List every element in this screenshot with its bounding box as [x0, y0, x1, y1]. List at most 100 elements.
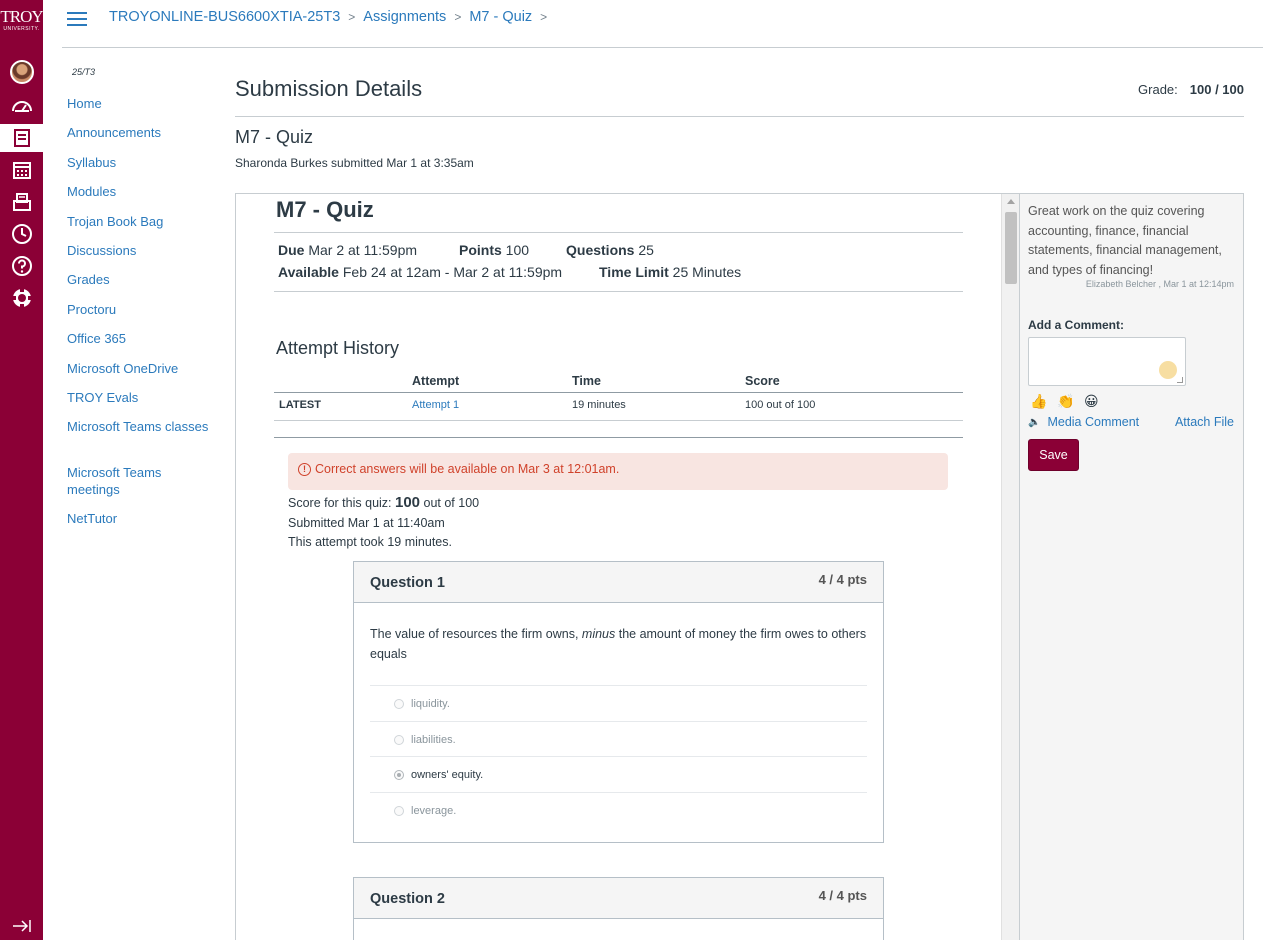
grinning-icon[interactable]: 😀 — [1084, 393, 1099, 410]
available-value: Feb 24 at 12am - Mar 2 at 11:59pm — [342, 264, 563, 280]
score-suffix: out of 100 — [420, 496, 480, 510]
scroll-up-icon[interactable] — [1007, 199, 1015, 204]
points-info: Points 100 — [459, 242, 529, 258]
course-nav-proctoru[interactable]: Proctoru — [67, 301, 217, 318]
attempt-history-title: Attempt History — [276, 338, 400, 358]
correct-answers-alert: ! Correct answers will be available on M… — [288, 453, 948, 490]
question-points: 4 / 4 pts — [818, 888, 867, 903]
answer-text: owners' equity. — [411, 769, 484, 781]
troy-logo[interactable]: TROY UNIVERSITY. — [0, 7, 43, 33]
top-bar: TROYONLINE-BUS6600XTIA-25T3 > Assignment… — [62, 0, 1263, 48]
column-header: Attempt — [412, 372, 572, 393]
comments-panel: Great work on the quiz covering accounti… — [1019, 193, 1244, 940]
question-header: Question 1 4 / 4 pts — [354, 562, 883, 603]
time-limit-label: Time Limit — [599, 264, 669, 280]
courses-nav-item[interactable] — [0, 124, 43, 152]
course-nav-office-365[interactable]: Office 365 — [67, 330, 217, 347]
course-nav-modules[interactable]: Modules — [67, 183, 217, 200]
due-label: Due — [278, 242, 305, 258]
points-label: Points — [459, 242, 502, 258]
submitted-time: Submitted Mar 1 at 11:40am — [288, 515, 445, 530]
history-nav-item[interactable] — [0, 220, 43, 248]
course-nav-discussions[interactable]: Discussions — [67, 242, 217, 259]
breadcrumb: TROYONLINE-BUS6600XTIA-25T3 > Assignment… — [109, 9, 555, 25]
time-limit-info: Time Limit 25 Minutes — [599, 264, 741, 280]
account-avatar[interactable] — [0, 58, 43, 86]
hamburger-icon — [67, 12, 87, 14]
warning-icon: ! — [298, 463, 311, 476]
support-nav-item[interactable] — [0, 284, 43, 312]
chevron-right-icon: > — [348, 10, 356, 24]
grade-label: Grade: — [1138, 82, 1178, 97]
scrollbar-thumb[interactable] — [1005, 212, 1017, 284]
comment-textarea[interactable] — [1028, 337, 1186, 386]
resize-handle[interactable] — [1177, 377, 1183, 383]
help-icon — [11, 256, 32, 276]
clapping-icon[interactable]: 👏 — [1057, 393, 1074, 410]
calendar-nav-item[interactable] — [0, 156, 43, 184]
attempt-history-table: Attempt Time Score LATEST Attempt 1 19 m… — [274, 372, 963, 421]
divider — [235, 116, 1244, 117]
alert-text: Correct answers will be available on Mar… — [315, 462, 620, 476]
question-name: Question 1 — [370, 575, 445, 591]
quiz-title: M7 - Quiz — [276, 197, 374, 222]
quiz-scrollbar[interactable] — [1001, 194, 1019, 940]
course-nav-grades[interactable]: Grades — [67, 271, 217, 288]
collapse-nav-button[interactable] — [0, 914, 43, 938]
breadcrumb-quiz[interactable]: M7 - Quiz — [469, 9, 532, 25]
courses-icon — [13, 129, 30, 147]
term-label: 25/T3 — [72, 67, 96, 77]
quiz-score-summary: Score for this quiz: 100 out of 100 Subm… — [288, 493, 479, 553]
available-label: Available — [278, 264, 339, 280]
speaker-icon: 🔈 — [1028, 416, 1041, 428]
course-nav-troy-evals[interactable]: TROY Evals — [67, 389, 217, 406]
course-nav-nettutor[interactable]: NetTutor — [67, 510, 217, 527]
column-header: Time — [572, 372, 745, 393]
course-nav-teams-classes[interactable]: Microsoft Teams classes — [67, 418, 217, 435]
course-nav-announcements[interactable]: Announcements — [67, 124, 217, 141]
score-cell: 100 out of 100 — [745, 392, 963, 421]
course-nav-trojan-book-bag[interactable]: Trojan Book Bag — [67, 213, 217, 230]
course-nav-onedrive[interactable]: Microsoft OneDrive — [67, 360, 217, 377]
dashboard-nav-item[interactable] — [0, 92, 43, 120]
instructor-comment: Great work on the quiz covering accounti… — [1028, 204, 1222, 277]
comment-author: Elizabeth Belcher , Mar 1 at 12:14pm — [1085, 279, 1234, 289]
score-value: 100 — [395, 494, 421, 511]
score-prefix: Score for this quiz: — [288, 496, 395, 510]
emoji-picker-icon[interactable] — [1159, 361, 1177, 379]
course-nav-teams-meetings[interactable]: Microsoft Teams meetings — [67, 464, 217, 498]
collapse-arrow-icon — [12, 920, 31, 932]
course-nav-syllabus[interactable]: Syllabus — [67, 154, 217, 171]
grade-value: 100 / 100 — [1189, 82, 1244, 97]
breadcrumb-course[interactable]: TROYONLINE-BUS6600XTIA-25T3 — [109, 9, 340, 25]
chevron-right-icon: > — [454, 10, 462, 24]
answer-text: leverage. — [411, 804, 457, 817]
help-nav-item[interactable] — [0, 252, 43, 280]
add-comment-label: Add a Comment: — [1028, 318, 1124, 332]
question-text-emphasis: minus — [581, 627, 616, 641]
course-nav-home[interactable]: Home — [67, 95, 217, 112]
available-info: Available Feb 24 at 12am - Mar 2 at 11:5… — [278, 264, 562, 280]
clock-icon — [11, 224, 32, 244]
attach-file-button[interactable]: Attach File — [1175, 415, 1234, 429]
answer-text: liabilities. — [411, 733, 456, 746]
media-comment-button[interactable]: 🔈 Media Comment — [1028, 415, 1139, 429]
question-text-part: The value of resources the firm owns, — [370, 627, 582, 641]
radio-button — [394, 734, 404, 745]
breadcrumb-assignments[interactable]: Assignments — [363, 9, 446, 25]
questions-info: Questions 25 — [566, 242, 654, 258]
thumbs-up-icon[interactable]: 👍 — [1030, 393, 1047, 410]
answer-list: liquidity. liabilities. owners' equity. … — [370, 685, 867, 827]
inbox-nav-item[interactable] — [0, 188, 43, 216]
save-button[interactable]: Save — [1028, 439, 1079, 471]
column-header — [274, 372, 412, 393]
attempt-cell: Attempt 1 — [412, 392, 572, 421]
question-points: 4 / 4 pts — [818, 572, 867, 587]
inbox-icon — [12, 193, 31, 211]
question-text: The value of resources the firm owns, mi… — [354, 603, 883, 685]
quiz-meta: Due Mar 2 at 11:59pm Points 100 Question… — [274, 232, 963, 292]
logo-text: TROY — [0, 7, 43, 26]
menu-toggle-button[interactable] — [67, 12, 87, 28]
attempt-link[interactable]: Attempt 1 — [412, 399, 459, 411]
questions-label: Questions — [566, 242, 635, 258]
